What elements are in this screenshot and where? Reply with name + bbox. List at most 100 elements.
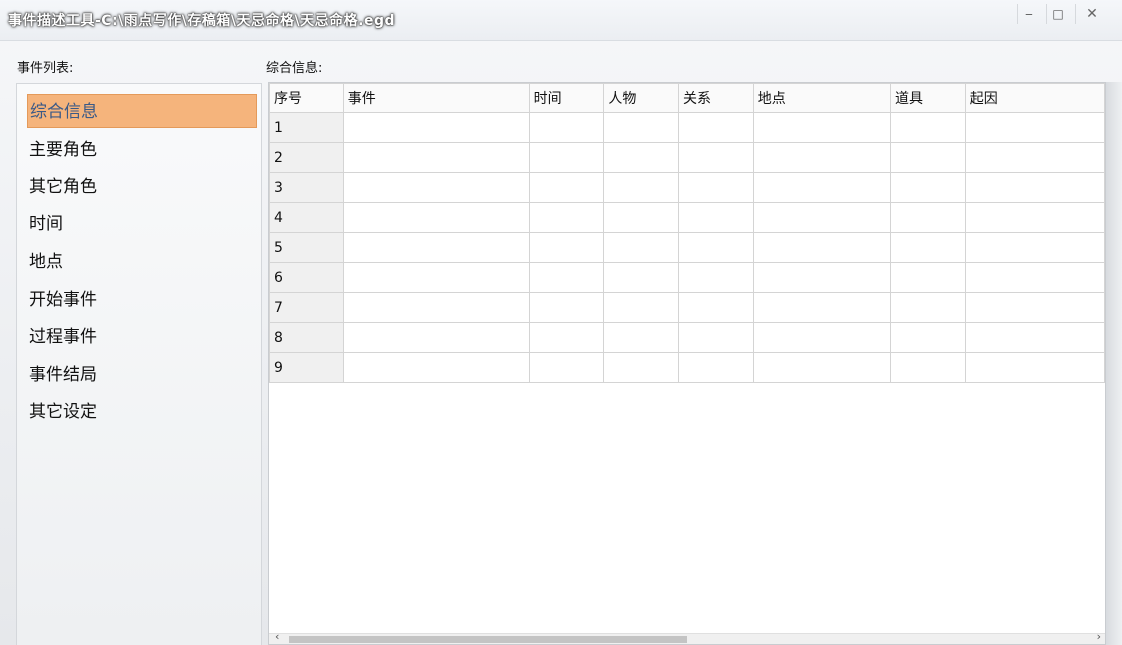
table-cell[interactable] — [528, 172, 605, 203]
summary-grid: 序号 事件 时间 人物 关系 地点 道具 起因 123456789 ‹ › — [268, 82, 1106, 645]
table-cell[interactable] — [890, 142, 966, 173]
scroll-right-icon[interactable]: › — [1097, 630, 1101, 643]
table-cell[interactable] — [603, 292, 680, 323]
column-header[interactable]: 关系 — [678, 83, 754, 113]
table-cell[interactable] — [678, 292, 754, 323]
table-cell[interactable] — [678, 142, 754, 173]
table-cell[interactable] — [528, 232, 605, 263]
table-cell[interactable] — [342, 352, 530, 383]
window-edge — [1106, 82, 1122, 645]
table-cell[interactable] — [528, 322, 605, 353]
table-cell[interactable] — [603, 142, 680, 173]
column-header[interactable]: 时间 — [528, 83, 605, 113]
table-cell[interactable] — [678, 112, 754, 143]
row-number-cell[interactable]: 4 — [269, 202, 344, 233]
table-cell[interactable] — [890, 172, 966, 203]
table-cell[interactable] — [342, 262, 530, 293]
table-cell[interactable] — [342, 322, 530, 353]
table-cell[interactable] — [752, 232, 892, 263]
event-list-item[interactable]: 过程事件 — [27, 320, 257, 354]
row-number-cell[interactable]: 7 — [269, 292, 344, 323]
table-cell[interactable] — [964, 292, 1105, 323]
table-cell[interactable] — [964, 112, 1105, 143]
table-cell[interactable] — [603, 202, 680, 233]
table-cell[interactable] — [678, 352, 754, 383]
maximize-button[interactable]: □ — [1046, 4, 1069, 24]
row-number-cell[interactable]: 9 — [269, 352, 344, 383]
table-cell[interactable] — [890, 322, 966, 353]
table-cell[interactable] — [964, 172, 1105, 203]
table-cell[interactable] — [964, 352, 1105, 383]
table-row: 5 — [269, 232, 1105, 263]
table-cell[interactable] — [342, 202, 530, 233]
table-cell[interactable] — [752, 292, 892, 323]
table-cell[interactable] — [964, 232, 1105, 263]
table-cell[interactable] — [752, 352, 892, 383]
scroll-left-icon[interactable]: ‹ — [275, 630, 279, 643]
table-cell[interactable] — [890, 292, 966, 323]
row-number-cell[interactable]: 3 — [269, 172, 344, 203]
table-cell[interactable] — [342, 232, 530, 263]
table-cell[interactable] — [890, 262, 966, 293]
table-cell[interactable] — [890, 232, 966, 263]
table-cell[interactable] — [964, 202, 1105, 233]
table-cell[interactable] — [528, 112, 605, 143]
row-number-cell[interactable]: 8 — [269, 322, 344, 353]
column-header[interactable]: 起因 — [964, 83, 1105, 113]
maximize-icon: □ — [1052, 7, 1064, 21]
close-button[interactable]: ✕ — [1075, 4, 1108, 24]
table-cell[interactable] — [752, 142, 892, 173]
table-cell[interactable] — [964, 262, 1105, 293]
horizontal-scrollbar[interactable]: ‹ › — [269, 630, 1105, 644]
minimize-button[interactable]: ‒ — [1017, 4, 1040, 24]
table-cell[interactable] — [603, 262, 680, 293]
table-cell[interactable] — [528, 202, 605, 233]
event-list-item[interactable]: 事件结局 — [27, 358, 257, 392]
table-cell[interactable] — [678, 202, 754, 233]
table-cell[interactable] — [603, 112, 680, 143]
table-cell[interactable] — [890, 112, 966, 143]
table-cell[interactable] — [678, 232, 754, 263]
table-cell[interactable] — [890, 202, 966, 233]
row-number-cell[interactable]: 2 — [269, 142, 344, 173]
table-cell[interactable] — [678, 322, 754, 353]
table-cell[interactable] — [890, 352, 966, 383]
table-cell[interactable] — [678, 262, 754, 293]
event-list-item[interactable]: 其它设定 — [27, 395, 257, 429]
table-cell[interactable] — [603, 232, 680, 263]
table-cell[interactable] — [678, 172, 754, 203]
table-cell[interactable] — [603, 172, 680, 203]
table-cell[interactable] — [603, 352, 680, 383]
table-cell[interactable] — [752, 262, 892, 293]
table-cell[interactable] — [964, 142, 1105, 173]
column-header[interactable]: 人物 — [603, 83, 680, 113]
table-cell[interactable] — [752, 202, 892, 233]
table-cell[interactable] — [752, 322, 892, 353]
scrollbar-thumb[interactable] — [289, 636, 687, 643]
row-number-cell[interactable]: 5 — [269, 232, 344, 263]
event-list-item[interactable]: 综合信息 — [27, 94, 257, 128]
table-cell[interactable] — [528, 142, 605, 173]
table-cell[interactable] — [528, 292, 605, 323]
row-number-cell[interactable]: 1 — [269, 112, 344, 143]
event-list-item[interactable]: 时间 — [27, 207, 257, 241]
event-list-item[interactable]: 开始事件 — [27, 283, 257, 317]
column-header[interactable]: 地点 — [752, 83, 892, 113]
table-cell[interactable] — [528, 352, 605, 383]
table-cell[interactable] — [964, 322, 1105, 353]
event-list-item[interactable]: 主要角色 — [27, 133, 257, 167]
column-header[interactable]: 序号 — [269, 83, 344, 113]
table-cell[interactable] — [603, 322, 680, 353]
row-number-cell[interactable]: 6 — [269, 262, 344, 293]
column-header[interactable]: 道具 — [890, 83, 966, 113]
column-header[interactable]: 事件 — [342, 83, 530, 113]
table-cell[interactable] — [342, 292, 530, 323]
table-cell[interactable] — [752, 112, 892, 143]
table-cell[interactable] — [342, 142, 530, 173]
table-cell[interactable] — [528, 262, 605, 293]
event-list-item[interactable]: 地点 — [27, 245, 257, 279]
table-cell[interactable] — [342, 172, 530, 203]
table-cell[interactable] — [752, 172, 892, 203]
table-cell[interactable] — [342, 112, 530, 143]
event-list-item[interactable]: 其它角色 — [27, 170, 257, 204]
